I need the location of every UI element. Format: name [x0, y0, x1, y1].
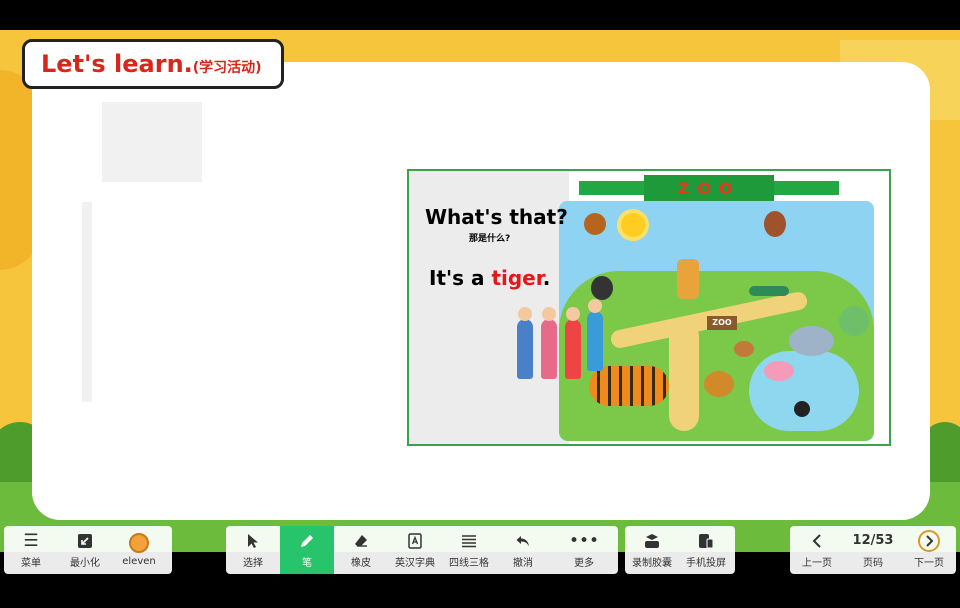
page-number-value: 12/53 [852, 533, 894, 548]
slide-title-main: Let's learn. [41, 50, 193, 78]
phone-cast-icon [698, 531, 714, 551]
faint-watermark [102, 102, 202, 182]
eraser-icon [353, 531, 369, 551]
record-button[interactable]: 录制胶囊 [625, 526, 679, 574]
frog-icon [839, 306, 869, 336]
record-icon [643, 531, 661, 551]
user-label: eleven [122, 556, 156, 567]
chevron-right-icon [918, 530, 940, 552]
phone-cast-label: 手机投屏 [686, 558, 726, 569]
banner-wing-right [769, 181, 839, 195]
slide-title: Let's learn. (学习活动) [22, 39, 284, 89]
lion-icon [704, 371, 734, 397]
dictionary-button[interactable]: 英汉字典 [388, 526, 442, 574]
dog-icon [734, 341, 754, 357]
pig-icon [764, 361, 794, 381]
pen-icon [299, 531, 315, 551]
toolbar-left-group: ☰ 菜单 最小化 eleven [4, 526, 172, 574]
menu-icon: ☰ [23, 531, 39, 551]
bottom-toolbar: ☰ 菜单 最小化 eleven 选择 笔 橡皮 英汉字典 四线三格 撤消 •••… [0, 520, 960, 580]
select-tool-button[interactable]: 选择 [226, 526, 280, 574]
avatar-icon [129, 533, 149, 553]
toolbar-nav-group: 上一页 12/53 页码 下一页 [790, 526, 956, 574]
question-translation: 那是什么? [469, 234, 511, 244]
child-figure [565, 307, 581, 379]
chevron-left-icon [812, 531, 822, 551]
menu-button[interactable]: ☰ 菜单 [4, 526, 58, 574]
child-figure [541, 307, 557, 379]
zoo-pond [749, 351, 859, 431]
pen-tool-label: 笔 [302, 558, 312, 569]
undo-label: 撤消 [513, 558, 533, 569]
penguin-icon [794, 401, 810, 417]
panda-icon [591, 276, 613, 300]
four-lines-button[interactable]: 四线三格 [442, 526, 496, 574]
undo-button[interactable]: 撤消 [496, 526, 550, 574]
minimize-label: 最小化 [70, 558, 100, 569]
prev-page-button[interactable]: 上一页 [790, 526, 844, 574]
zoo-picture-card: ZOO ZOO What's that? 那是什么? It's a tiger. [407, 169, 891, 446]
zoo-path [669, 321, 699, 431]
page-number-button[interactable]: 12/53 页码 [844, 526, 902, 574]
four-lines-label: 四线三格 [449, 558, 489, 569]
record-label: 录制胶囊 [632, 558, 672, 569]
eraser-tool-button[interactable]: 橡皮 [334, 526, 388, 574]
select-tool-label: 选择 [243, 558, 263, 569]
question-text: What's that? [425, 205, 568, 229]
more-label: 更多 [574, 558, 594, 569]
answer-suffix: . [542, 266, 551, 290]
answer-keyword: tiger [491, 266, 543, 290]
menu-label: 菜单 [21, 558, 41, 569]
eraser-tool-label: 橡皮 [351, 558, 371, 569]
prev-page-label: 上一页 [802, 558, 832, 569]
page-number-label: 页码 [863, 558, 883, 569]
sun-icon [621, 213, 645, 237]
monkey-icon [764, 211, 786, 237]
phone-cast-button[interactable]: 手机投屏 [679, 526, 733, 574]
elephant-icon [789, 326, 834, 356]
answer-text: It's a tiger. [429, 266, 550, 290]
pen-tool-button[interactable]: 笔 [280, 526, 334, 574]
faint-watermark [82, 202, 92, 402]
more-button[interactable]: ••• 更多 [550, 526, 618, 574]
next-page-button[interactable]: 下一页 [902, 526, 956, 574]
minimize-icon [77, 531, 93, 551]
bird-icon [584, 213, 606, 235]
zoo-sign: ZOO [707, 316, 737, 330]
more-icon: ••• [568, 531, 600, 551]
minimize-button[interactable]: 最小化 [58, 526, 112, 574]
tiger-icon [589, 366, 669, 406]
toolbar-extra-group: 录制胶囊 手机投屏 [625, 526, 735, 574]
giraffe-icon [677, 259, 699, 299]
crocodile-icon [749, 286, 789, 296]
four-lines-icon [461, 531, 477, 551]
banner-wing-left [579, 181, 649, 195]
zoo-banner: ZOO [644, 175, 774, 201]
slide-title-sub: (学习活动) [192, 60, 262, 76]
dictionary-icon [407, 531, 423, 551]
dictionary-label: 英汉字典 [395, 558, 435, 569]
answer-prefix: It's a [429, 266, 492, 290]
undo-icon [515, 531, 531, 551]
child-figure [517, 307, 533, 379]
child-figure [587, 299, 603, 371]
next-page-label: 下一页 [914, 558, 944, 569]
toolbar-tools-group: 选择 笔 橡皮 英汉字典 四线三格 撤消 ••• 更多 [226, 526, 618, 574]
user-button[interactable]: eleven [112, 526, 166, 574]
cursor-icon [246, 531, 260, 551]
